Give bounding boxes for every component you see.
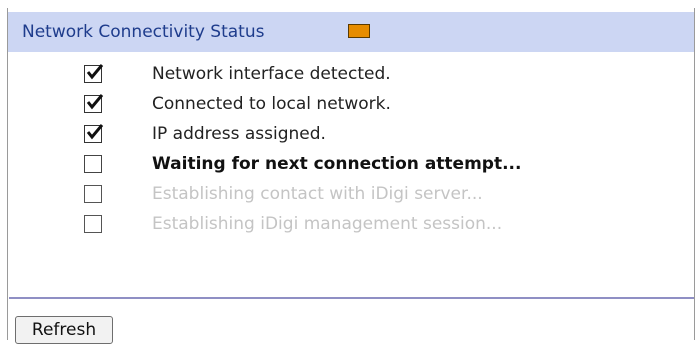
unchecked-checkbox-icon (84, 215, 102, 233)
step-row-network-interface: Network interface detected. (0, 62, 699, 92)
checked-checkbox-icon (84, 124, 104, 143)
step-label: Establishing contact with iDigi server..… (152, 184, 483, 204)
step-label: Network interface detected. (152, 64, 391, 84)
divider (9, 297, 694, 299)
panel-header: Network Connectivity Status (8, 12, 694, 52)
unchecked-checkbox-icon (84, 155, 102, 173)
refresh-button[interactable]: Refresh (15, 316, 113, 344)
status-indicator-icon (348, 24, 370, 38)
panel-title: Network Connectivity Status (22, 22, 265, 42)
checked-checkbox-icon (84, 64, 104, 83)
step-label: Waiting for next connection attempt... (152, 154, 522, 174)
step-row-ip-address: IP address assigned. (0, 122, 699, 152)
step-row-local-network: Connected to local network. (0, 92, 699, 122)
step-label: Connected to local network. (152, 94, 391, 114)
step-row-idigi-session: Establishing iDigi management session... (0, 212, 699, 242)
step-label: IP address assigned. (152, 124, 326, 144)
checked-checkbox-icon (84, 94, 104, 113)
step-row-waiting-connection: Waiting for next connection attempt... (0, 152, 699, 182)
step-row-idigi-contact: Establishing contact with iDigi server..… (0, 182, 699, 212)
step-label: Establishing iDigi management session... (152, 214, 503, 234)
unchecked-checkbox-icon (84, 185, 102, 203)
